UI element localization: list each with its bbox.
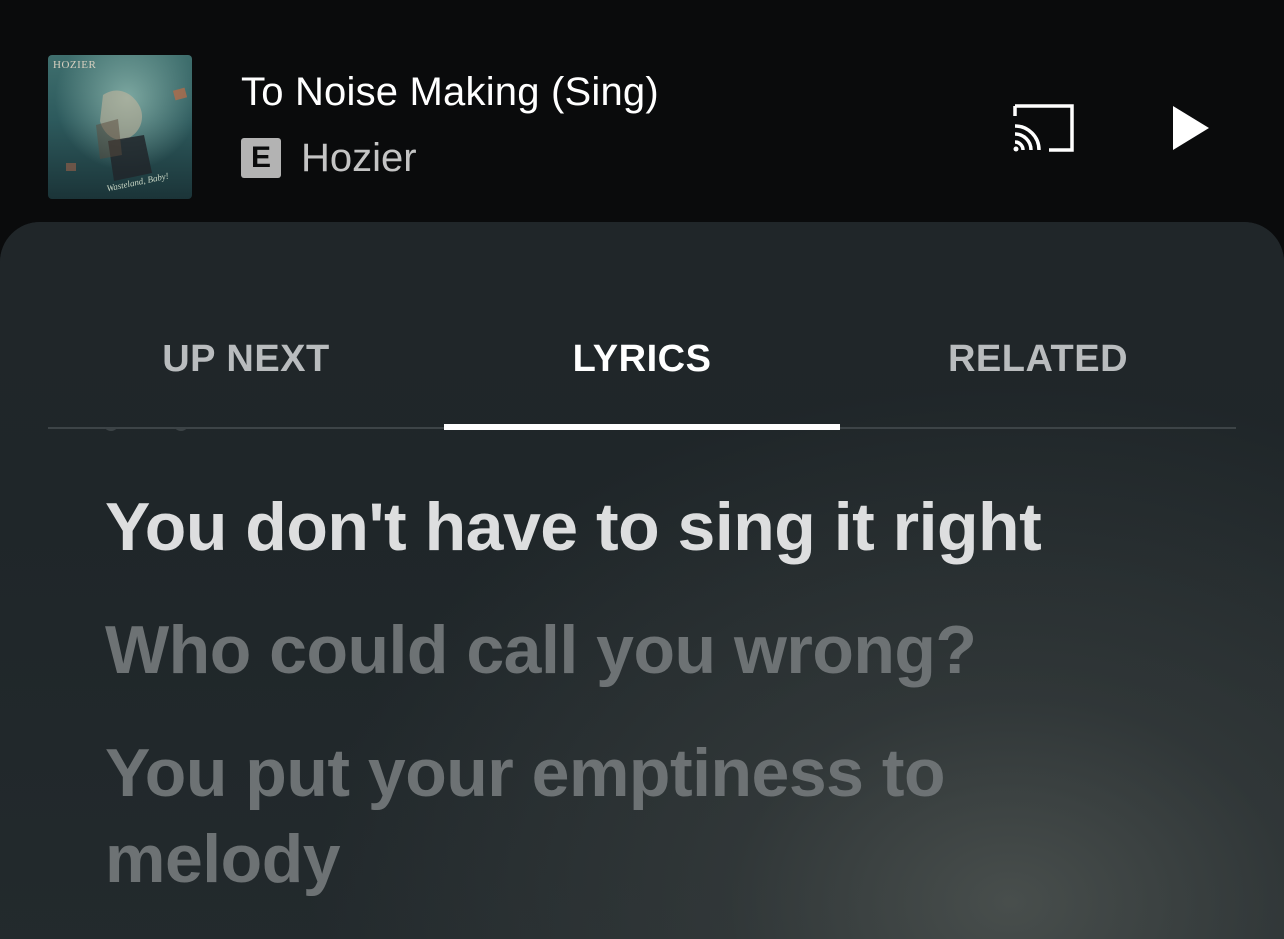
explicit-badge: E <box>241 138 281 178</box>
cast-button[interactable] <box>1004 96 1084 160</box>
lyric-line[interactable]: Who could call you wrong? <box>105 607 1205 693</box>
active-tab-indicator <box>444 424 840 430</box>
tab-bar: UP NEXT LYRICS RELATED <box>48 318 1236 430</box>
album-art-image <box>48 55 192 199</box>
artist-row[interactable]: E Hozier <box>241 136 417 181</box>
album-art-logo: HOZIER <box>53 59 97 71</box>
tab-lyrics[interactable]: LYRICS <box>444 318 840 400</box>
artist-name[interactable]: Hozier <box>301 136 417 181</box>
tab-related[interactable]: RELATED <box>840 318 1236 400</box>
lyric-line[interactable]: You put your emptiness to melody <box>105 730 1035 902</box>
mini-player[interactable]: HOZIER Wasteland, Baby! To Noise Making … <box>0 0 1284 222</box>
now-playing-screen: HOZIER Wasteland, Baby! To Noise Making … <box>0 0 1284 939</box>
album-art[interactable]: HOZIER Wasteland, Baby! <box>48 55 192 199</box>
lyrics-container[interactable]: You don't have to sing it right Who coul… <box>105 484 1205 939</box>
cast-icon <box>1013 104 1074 152</box>
tabs-sheet: UP NEXT LYRICS RELATED You don't have to… <box>0 222 1284 939</box>
previous-lyric-peek <box>105 427 305 445</box>
play-icon <box>1173 106 1209 150</box>
play-button[interactable] <box>1156 96 1226 160</box>
track-title[interactable]: To Noise Making (Sing) <box>241 70 659 115</box>
tab-up-next[interactable]: UP NEXT <box>48 318 444 400</box>
lyric-line-current[interactable]: You don't have to sing it right <box>105 484 1205 570</box>
